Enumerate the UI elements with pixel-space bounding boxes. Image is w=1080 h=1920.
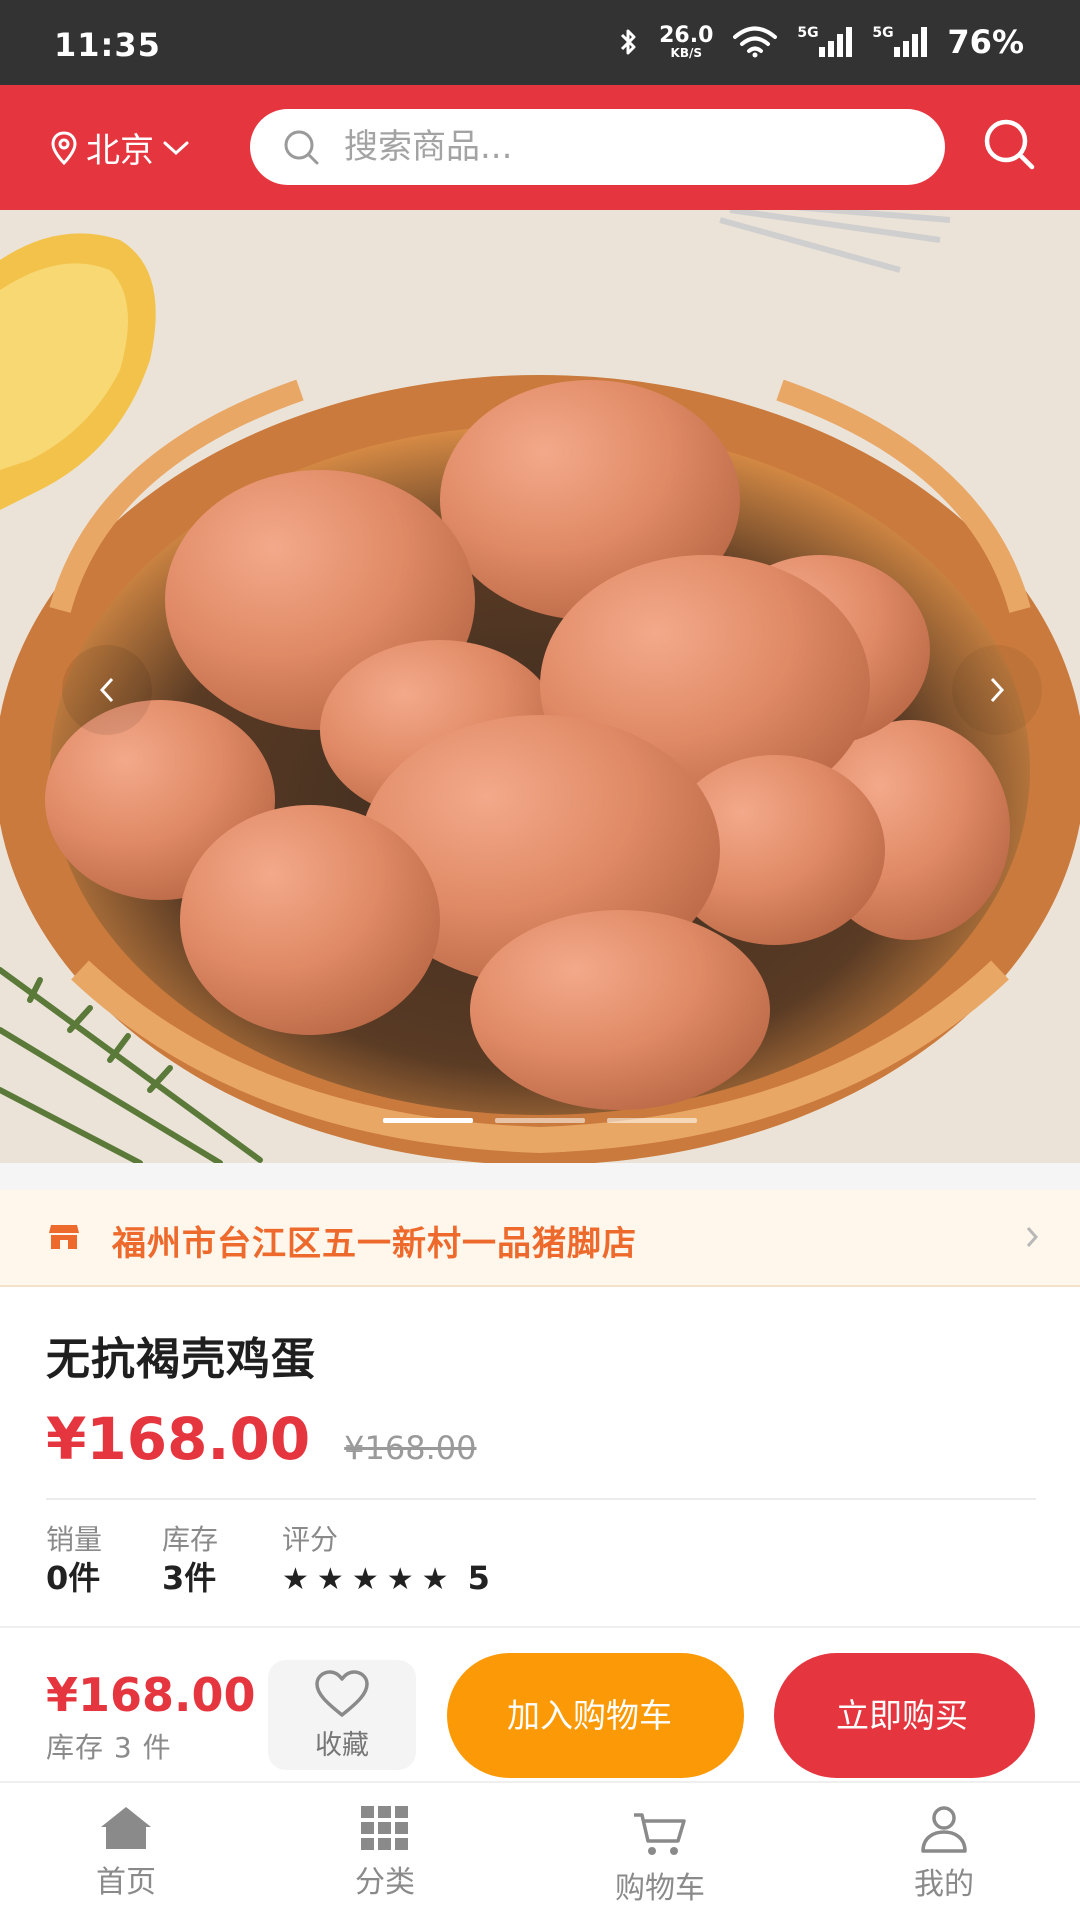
heart-icon [315, 1669, 369, 1717]
home-icon [101, 1807, 151, 1849]
carousel-next-button[interactable] [952, 645, 1042, 735]
original-price: ¥168.00 [344, 1429, 477, 1467]
rating-value: ★★★★★ 5 [282, 1558, 490, 1600]
action-bar: ¥168.00 库存 3 件 收藏 加入购物车 立即购买 [0, 1626, 1080, 1783]
favorite-button[interactable]: 收藏 [268, 1660, 416, 1770]
tab-label: 我的 [914, 1867, 974, 1902]
status-time: 11:35 [54, 26, 161, 64]
user-icon [921, 1806, 967, 1853]
wifi-icon [733, 26, 778, 58]
location-pin-icon [51, 130, 77, 165]
net-speed-unit: KB/S [670, 46, 702, 60]
divider [46, 1498, 1036, 1500]
net-speed-value: 26.0 [659, 23, 714, 48]
tab-label: 分类 [355, 1865, 415, 1900]
stat-sales: 销量 0件 [46, 1522, 102, 1600]
chevron-right-icon [1026, 1227, 1039, 1247]
network-speed: 26.0 KB/S [659, 23, 714, 60]
carousel-dot[interactable] [383, 1118, 473, 1123]
signal-icon: 5G [872, 25, 928, 57]
buy-now-button[interactable]: 立即购买 [774, 1653, 1035, 1778]
star-rating-icon: ★★★★★ [282, 1562, 457, 1597]
rating-number: 5 [467, 1559, 490, 1597]
chevron-down-icon [163, 141, 189, 155]
status-bar: 11:35 26.0 KB/S 5G 5G 76% [0, 0, 1080, 85]
stat-label: 库存 [162, 1523, 219, 1556]
bluetooth-icon [619, 27, 639, 57]
carousel-dot[interactable] [607, 1118, 697, 1123]
product-title: 无抗褐壳鸡蛋 [46, 1334, 316, 1385]
tab-cart[interactable]: 购物车 [615, 1811, 705, 1907]
action-bar-stock: 库存 3 件 [46, 1731, 172, 1764]
location-selector[interactable]: 北京 [50, 123, 190, 172]
price-row: ¥168.00 ¥168.00 [46, 1405, 477, 1473]
section-gap [0, 1163, 1080, 1190]
carousel-indicators [383, 1118, 697, 1123]
chevron-left-icon [99, 677, 114, 703]
location-label: 北京 [86, 131, 154, 171]
product-stats: 销量 0件 库存 3件 评分 ★★★★★ 5 [46, 1522, 490, 1600]
shop-name: 福州市台江区五一新村一品猪脚店 [112, 1224, 637, 1264]
action-bar-price: ¥168.00 [46, 1668, 256, 1722]
tab-category[interactable]: 分类 [355, 1805, 415, 1901]
tab-label: 首页 [96, 1865, 156, 1900]
stat-rating: 评分 ★★★★★ 5 [282, 1522, 490, 1600]
favorite-label: 收藏 [315, 1729, 369, 1760]
search-box[interactable] [250, 109, 945, 185]
stat-value: 0件 [46, 1559, 101, 1597]
search-input[interactable] [344, 127, 904, 167]
search-button-icon[interactable] [982, 117, 1036, 171]
battery-level: 76% [947, 23, 1024, 61]
carousel-prev-button[interactable] [62, 645, 152, 735]
add-to-cart-button[interactable]: 加入购物车 [447, 1653, 744, 1778]
chevron-right-icon [990, 677, 1005, 703]
stat-stock: 库存 3件 [162, 1522, 218, 1600]
header: 北京 [0, 85, 1080, 210]
signal-5g-label: 5G [872, 25, 894, 41]
grid-icon [361, 1806, 408, 1850]
product-photo [0, 210, 1080, 1163]
status-icons: 26.0 KB/S 5G 5G 76% [619, 22, 1024, 62]
stat-value: 3件 [162, 1559, 217, 1597]
search-icon [284, 130, 319, 165]
signal-icon: 5G [797, 25, 853, 57]
carousel-dot[interactable] [495, 1118, 585, 1123]
bottom-tab-bar: 首页 分类 购物车 我的 [0, 1783, 1080, 1920]
tab-label: 购物车 [615, 1871, 705, 1906]
product-price: ¥168.00 [46, 1405, 311, 1473]
stat-label: 销量 [46, 1523, 103, 1556]
tab-profile[interactable]: 我的 [914, 1805, 974, 1903]
product-image-carousel[interactable] [0, 210, 1080, 1163]
stat-label: 评分 [282, 1523, 339, 1556]
store-icon [49, 1225, 79, 1249]
shop-link[interactable]: 福州市台江区五一新村一品猪脚店 [0, 1190, 1080, 1287]
tab-home[interactable]: 首页 [96, 1805, 156, 1901]
cart-icon [634, 1813, 686, 1855]
signal-5g-label: 5G [797, 25, 819, 41]
